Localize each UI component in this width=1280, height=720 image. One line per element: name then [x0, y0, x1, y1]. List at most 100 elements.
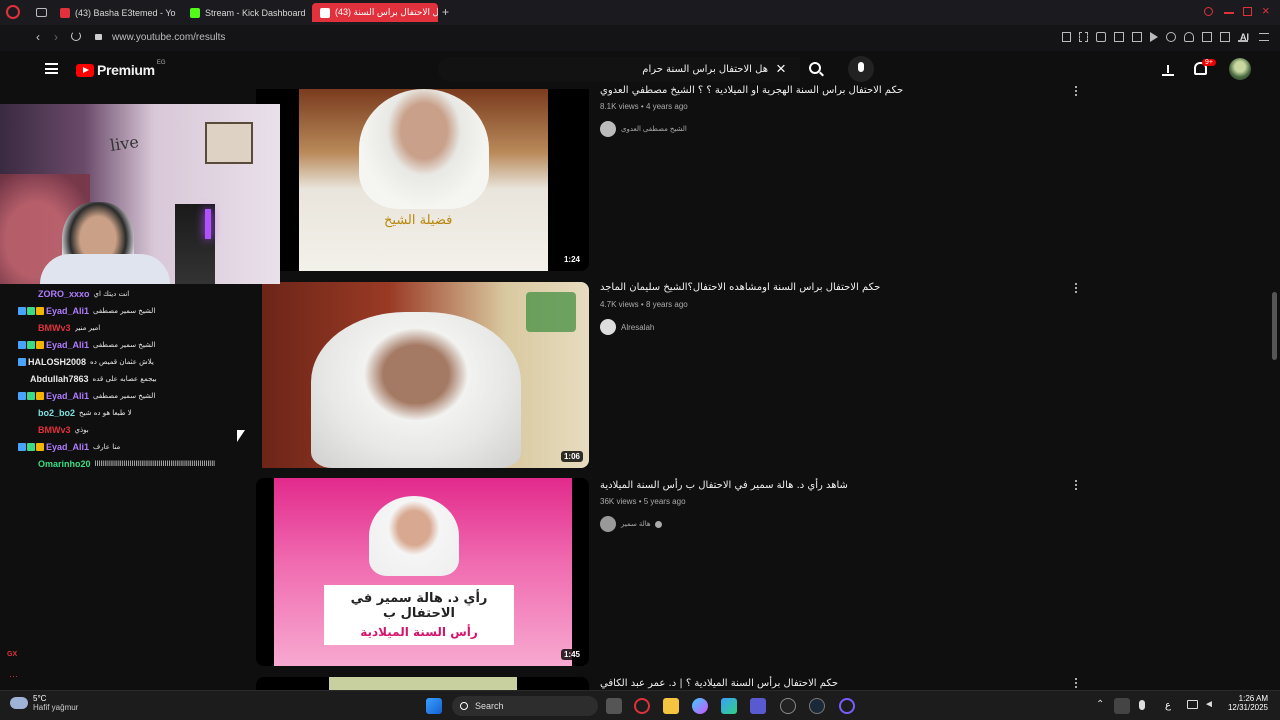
language-indicator[interactable]: ع — [1165, 700, 1171, 711]
copilot-icon[interactable] — [692, 698, 708, 714]
tray-overflow-icon[interactable]: ⌃ — [1096, 699, 1104, 710]
channel-link[interactable]: Alresalah — [600, 319, 654, 335]
channel-avatar[interactable] — [600, 121, 616, 137]
vpn-icon[interactable] — [1166, 32, 1176, 42]
reload-icon[interactable] — [71, 31, 81, 41]
forward-icon[interactable]: › — [54, 30, 58, 44]
heart-icon[interactable] — [1184, 32, 1194, 42]
back-icon[interactable]: ‹ — [36, 30, 40, 44]
opera-gx-icon[interactable] — [634, 698, 650, 714]
weather-widget[interactable]: 5°C Hafif yağmur — [10, 694, 78, 712]
verified-badge-icon — [654, 520, 662, 528]
chat-badge-icon — [36, 306, 44, 315]
sidebar-label[interactable]: GX — [7, 651, 17, 658]
chat-username[interactable]: Eyad_Ali1 — [46, 340, 89, 350]
weather-cloud-icon — [10, 697, 28, 709]
youtube-premium-logo[interactable]: Premium EG — [76, 60, 165, 78]
bookmark-icon[interactable] — [1062, 32, 1071, 42]
close-window-icon[interactable]: × — [1262, 3, 1270, 18]
video-title[interactable]: حكم الاحتفال برأس السنة الميلادية ؟ | د.… — [600, 678, 838, 689]
channel-link[interactable]: الشيخ مصطفى العدوى — [600, 121, 687, 137]
url-field[interactable]: www.youtube.com/results — [112, 32, 225, 43]
video-title[interactable]: حكم الاحتفال براس السنة الهجرية او الميل… — [600, 85, 903, 96]
upload-icon[interactable] — [1162, 62, 1174, 76]
maximize-icon[interactable] — [1243, 7, 1252, 16]
task-view-icon[interactable] — [606, 698, 622, 714]
chat-badge-icon — [18, 340, 26, 349]
chat-username[interactable]: Omarinho20 — [38, 459, 91, 469]
music-icon[interactable] — [780, 698, 796, 714]
text-icon[interactable] — [1132, 32, 1142, 42]
more-options-icon[interactable] — [1071, 676, 1081, 690]
workspaces-icon[interactable] — [36, 8, 47, 17]
video-title[interactable]: حكم الاحتفال براس السنة اومشاهده الاحتفا… — [600, 282, 880, 293]
view-count: 8.1K views — [600, 102, 639, 111]
play-icon[interactable] — [1150, 32, 1158, 42]
channel-avatar[interactable] — [600, 516, 616, 532]
search-button[interactable] — [800, 57, 832, 82]
chat-username[interactable]: HALOSH2008 — [28, 357, 86, 367]
channel-avatar[interactable] — [600, 319, 616, 335]
thumbnail-image — [311, 312, 521, 468]
store-icon[interactable] — [721, 698, 737, 714]
steam-icon[interactable] — [809, 698, 825, 714]
more-options-icon[interactable] — [1071, 281, 1081, 295]
search-box: × — [438, 57, 800, 82]
hamburger-menu-icon[interactable] — [45, 63, 58, 74]
chat-username[interactable]: bo2_bo2 — [38, 408, 75, 418]
video-thumbnail[interactable]: 1:06 — [256, 282, 589, 468]
video-thumbnail[interactable] — [256, 677, 589, 690]
app-icon[interactable] — [839, 698, 855, 714]
clock-date: 12/31/2025 — [1227, 703, 1268, 712]
chat-username[interactable]: Abdullah7863 — [30, 374, 89, 384]
page-scrollbar-thumb[interactable] — [1272, 292, 1277, 360]
tab-kick-dashboard[interactable]: Stream - Kick Dashboard — [182, 3, 306, 22]
video-thumbnail[interactable]: فضيلة الشيخ 1:24 — [256, 89, 589, 271]
new-tab-button[interactable]: + — [442, 5, 449, 19]
ai-button[interactable]: AI — [1240, 32, 1249, 42]
video-thumbnail[interactable]: رأي د. هالة سمير في الاحتفال ب رأس السنة… — [256, 478, 589, 666]
more-options-icon[interactable] — [1071, 478, 1081, 492]
account-avatar[interactable] — [1229, 58, 1251, 80]
snapshot-icon[interactable] — [1079, 32, 1088, 42]
voice-search-button[interactable] — [848, 56, 874, 82]
clear-search-icon[interactable]: × — [776, 59, 786, 79]
channel-name[interactable]: هالة سمير — [621, 520, 651, 528]
tab-youtube-basha[interactable]: (43) Basha E3temed - You — [52, 3, 176, 22]
menu-icon[interactable] — [1259, 33, 1269, 41]
wallet-icon[interactable] — [1220, 32, 1230, 42]
opera-logo-icon[interactable] — [6, 5, 20, 19]
search-input[interactable] — [438, 57, 768, 82]
channel-name[interactable]: Alresalah — [621, 323, 654, 332]
teams-icon[interactable] — [750, 698, 766, 714]
volume-icon[interactable]: ◄ — [1204, 699, 1214, 710]
view-count: 4.7K views — [600, 300, 639, 309]
more-options-icon[interactable] — [1071, 84, 1081, 98]
network-icon[interactable] — [1187, 700, 1198, 709]
file-explorer-icon[interactable] — [663, 698, 679, 714]
chat-username[interactable]: Eyad_Ali1 — [46, 306, 89, 316]
lock-icon[interactable] — [95, 34, 102, 40]
translate-icon[interactable] — [1114, 32, 1124, 42]
chat-badge-icon — [18, 357, 26, 366]
chat-username[interactable]: BMWv3 — [38, 425, 71, 435]
minimize-icon[interactable] — [1224, 12, 1234, 14]
tray-app-icon[interactable] — [1114, 698, 1130, 714]
chat-username[interactable]: Eyad_Ali1 — [46, 442, 89, 452]
start-button-icon[interactable] — [426, 698, 442, 714]
search-tabs-icon[interactable] — [1204, 7, 1213, 16]
video-title[interactable]: شاهد رأي د. هالة سمير في الاحتفال ب رأس … — [600, 480, 848, 491]
extensions-icon[interactable] — [1202, 32, 1212, 42]
sidebar-more-icon[interactable]: ··· — [9, 671, 18, 681]
chat-username[interactable]: ZORO_xxxo — [38, 289, 90, 299]
taskbar-search[interactable]: Search — [452, 696, 598, 716]
microphone-tray-icon[interactable] — [1139, 700, 1145, 710]
tab-youtube-results[interactable]: (43) هل الاحتفال براس السنة — [312, 3, 438, 22]
chat-username[interactable]: BMWv3 — [38, 323, 71, 333]
channel-link[interactable]: هالة سمير — [600, 516, 662, 532]
clock[interactable]: 1:26 AM 12/31/2025 — [1222, 694, 1268, 712]
channel-name[interactable]: الشيخ مصطفى العدوى — [621, 125, 687, 133]
chat-text: الشيخ سمير مصطفى — [93, 306, 156, 315]
adblock-icon[interactable] — [1096, 32, 1106, 42]
chat-username[interactable]: Eyad_Ali1 — [46, 391, 89, 401]
